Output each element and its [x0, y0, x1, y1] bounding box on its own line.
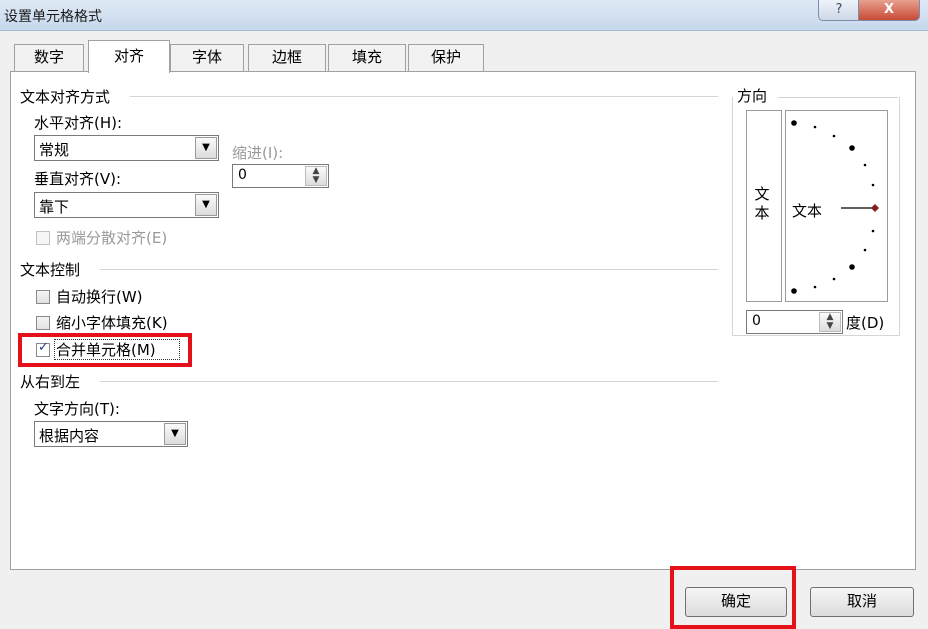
- text-direction-select[interactable]: 根据内容 ▼: [34, 421, 188, 447]
- highlight-box-merge: [18, 333, 192, 367]
- vertical-text: 文本: [754, 185, 770, 222]
- indent-stepper[interactable]: 0 ▲ ▼: [232, 164, 329, 188]
- distributed-checkbox[interactable]: [36, 231, 50, 245]
- chevron-down-icon[interactable]: ▼: [164, 423, 186, 445]
- degree-label: 度(D): [846, 314, 885, 332]
- tab-number[interactable]: 数字: [14, 44, 84, 71]
- vertical-align-select[interactable]: 靠下 ▼: [34, 192, 219, 218]
- tab-font[interactable]: 字体: [170, 44, 244, 71]
- orientation-title: 方向: [737, 85, 774, 106]
- section-divider: [100, 381, 718, 382]
- rtl-section-title: 从右到左: [20, 371, 87, 392]
- vertical-align-value: 靠下: [39, 198, 70, 216]
- wrap-text-label: 自动换行(W): [56, 288, 143, 306]
- degree-value: 0: [752, 313, 761, 329]
- tab-fill[interactable]: 填充: [328, 44, 406, 71]
- dial-text: 文本: [792, 202, 823, 220]
- help-button[interactable]: ?: [818, 0, 860, 21]
- wrap-text-checkbox[interactable]: [36, 290, 50, 304]
- chevron-down-icon[interactable]: ▼: [195, 137, 217, 159]
- indent-value: 0: [238, 167, 247, 183]
- text-control-section-title: 文本控制: [20, 259, 87, 280]
- tab-alignment[interactable]: 对齐: [88, 40, 170, 73]
- section-divider: [778, 97, 898, 98]
- shrink-to-fit-label: 缩小字体填充(K): [56, 314, 168, 332]
- horizontal-align-select[interactable]: 常规 ▼: [34, 135, 219, 161]
- spin-arrows-icon[interactable]: ▲ ▼: [819, 312, 841, 332]
- tab-border[interactable]: 边框: [248, 44, 326, 71]
- horizontal-align-label: 水平对齐(H):: [34, 114, 123, 132]
- vertical-align-label: 垂直对齐(V):: [34, 170, 122, 188]
- alignment-section-title: 文本对齐方式: [20, 86, 117, 107]
- section-divider: [130, 96, 718, 97]
- close-button[interactable]: X: [858, 0, 920, 21]
- spin-arrows-icon[interactable]: ▲ ▼: [305, 166, 327, 186]
- section-divider: [100, 269, 718, 270]
- horizontal-align-value: 常规: [39, 141, 70, 159]
- dialog-title: 设置单元格格式: [4, 9, 102, 25]
- degree-stepper[interactable]: 0 ▲ ▼: [746, 310, 843, 334]
- text-direction-label: 文字方向(T):: [34, 400, 120, 418]
- chevron-down-icon[interactable]: ▼: [195, 194, 217, 216]
- distributed-label: 两端分散对齐(E): [56, 229, 168, 247]
- title-bar: 设置单元格格式 ? X: [0, 0, 928, 31]
- shrink-to-fit-checkbox[interactable]: [36, 316, 50, 330]
- cancel-button[interactable]: 取消: [810, 587, 914, 617]
- tab-protection[interactable]: 保护: [408, 44, 484, 71]
- text-direction-value: 根据内容: [39, 427, 100, 445]
- indent-label: 缩进(I):: [232, 144, 284, 162]
- highlight-box-ok: [670, 566, 796, 629]
